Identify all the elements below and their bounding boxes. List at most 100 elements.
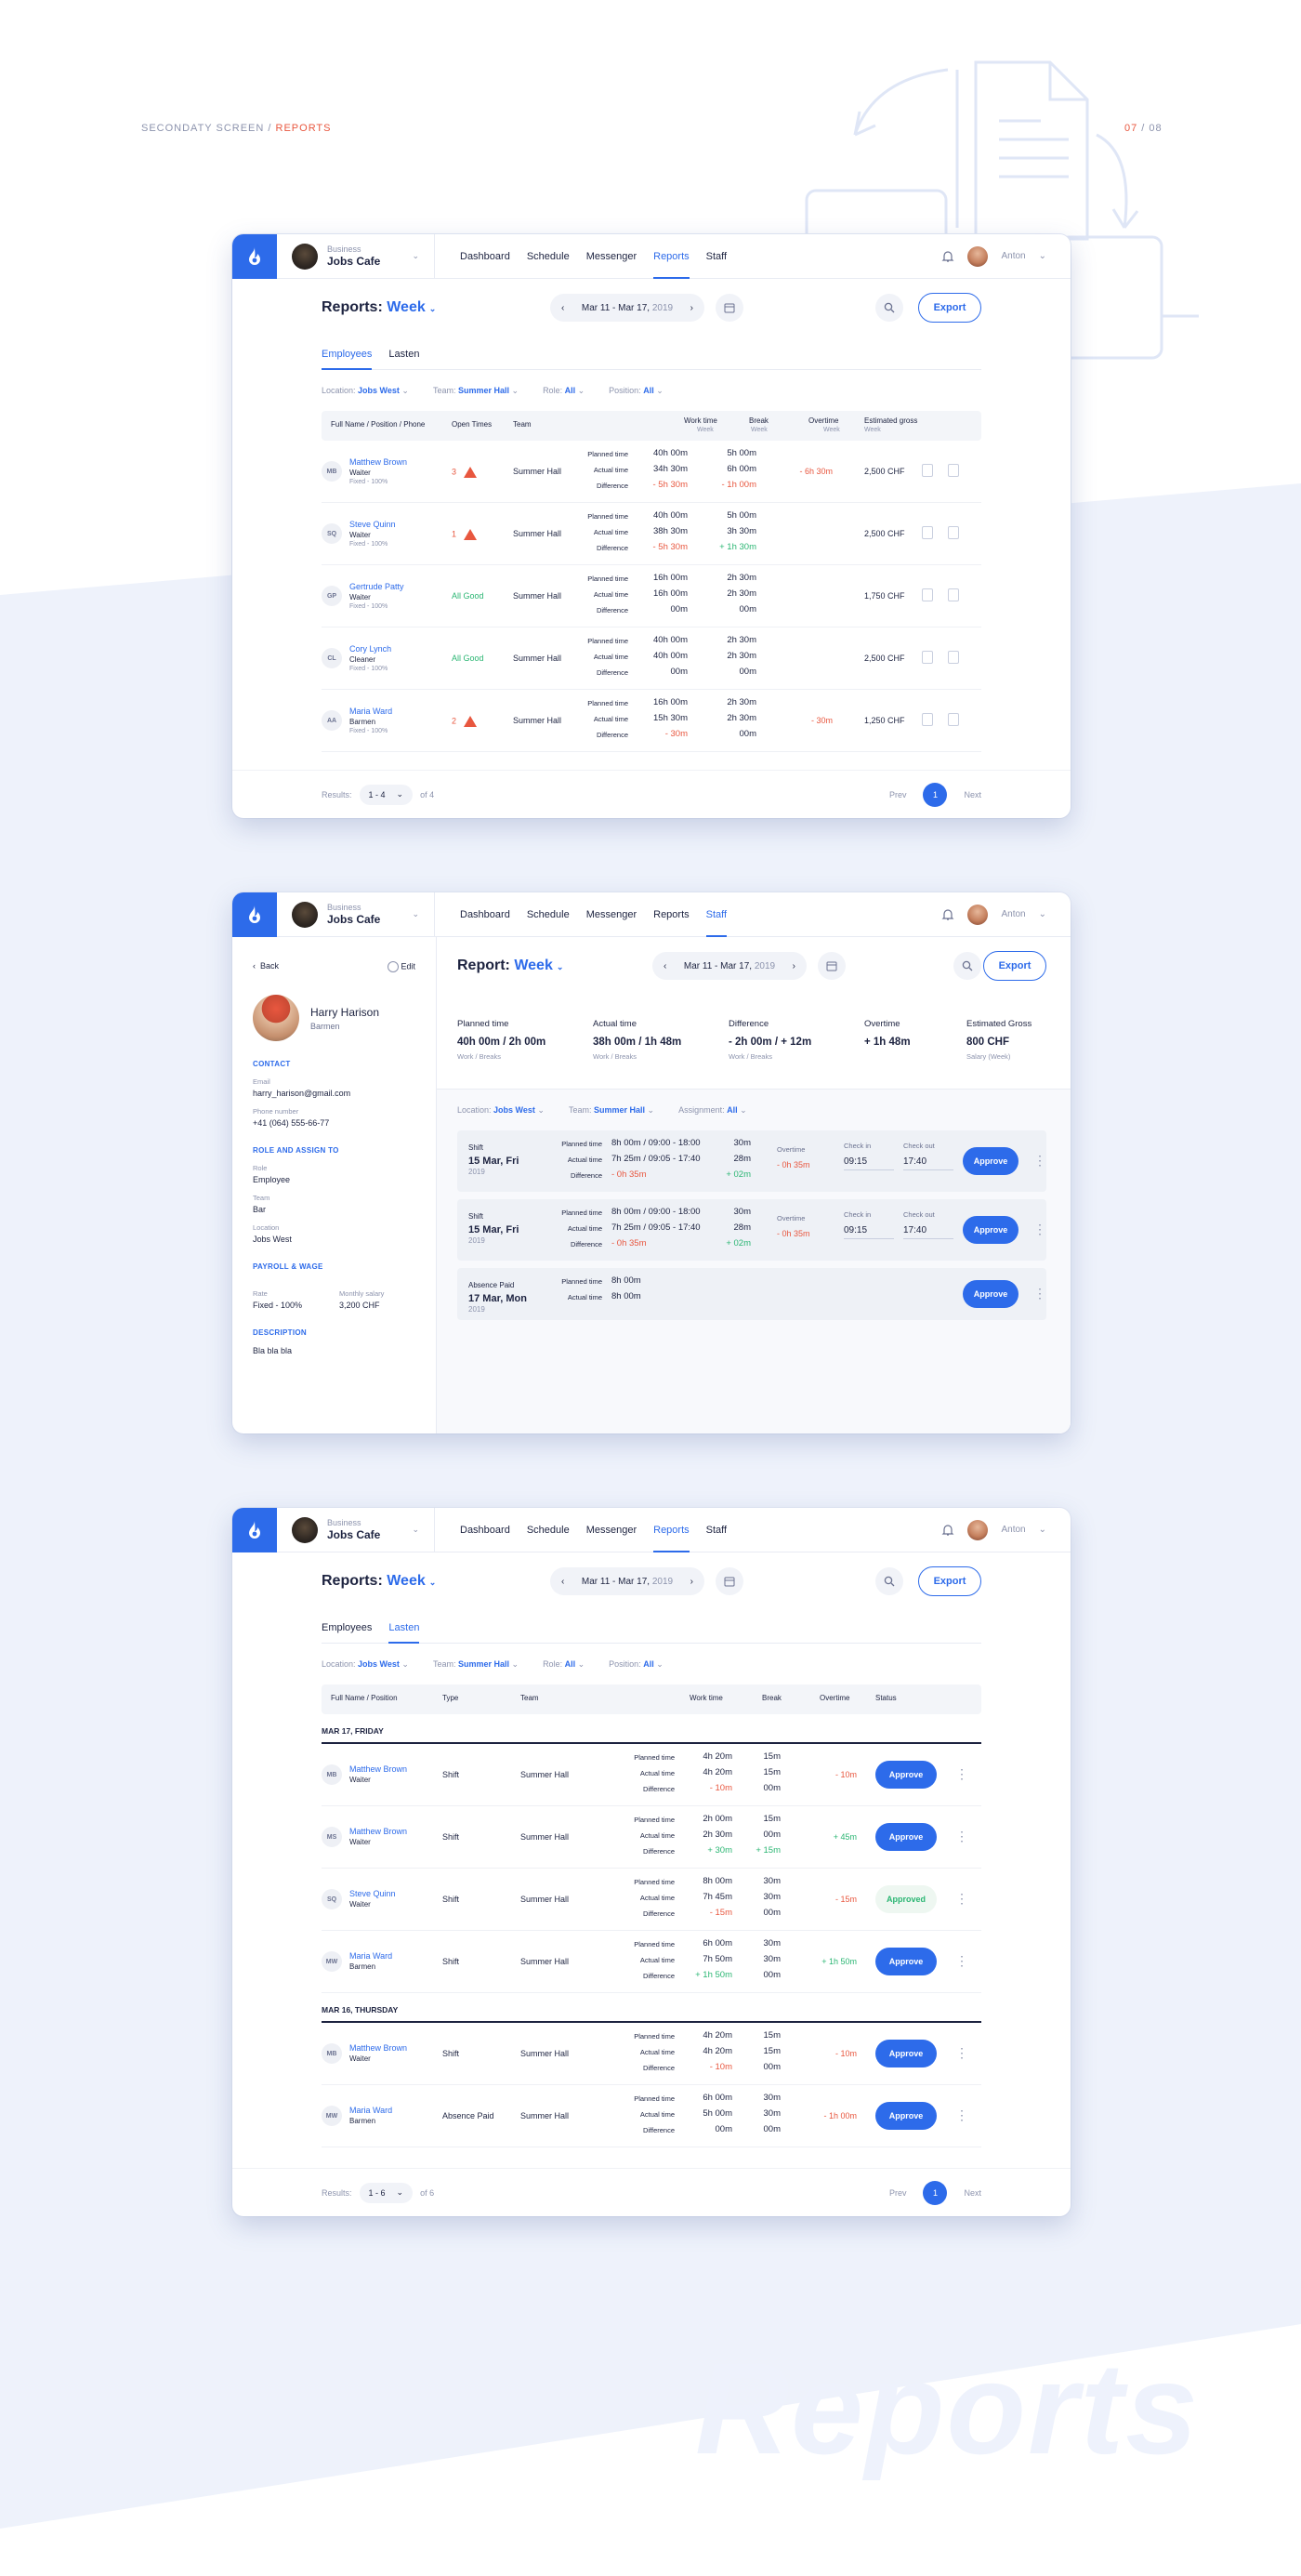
tab-employees[interactable]: Employees bbox=[322, 1622, 372, 1643]
prev-week-icon[interactable]: ‹ bbox=[561, 303, 564, 313]
user-avatar[interactable] bbox=[967, 1519, 989, 1540]
page-1-button[interactable]: 1 bbox=[923, 782, 948, 807]
employee-name-link[interactable]: Gertrude Patty bbox=[349, 582, 404, 591]
prev-week-icon[interactable]: ‹ bbox=[561, 1577, 564, 1587]
filter-role[interactable]: Role: All ⌄ bbox=[543, 386, 585, 396]
table-row[interactable]: SQ Steve Quinn Waiter Shift Summer Hall Plann… bbox=[322, 1869, 981, 1931]
filter-role[interactable]: Role: All ⌄ bbox=[543, 1659, 585, 1670]
business-switcher[interactable]: Business Jobs Cafe ⌄ bbox=[277, 892, 435, 937]
period-select[interactable]: Week bbox=[387, 299, 426, 315]
search-icon[interactable] bbox=[875, 1567, 903, 1595]
nav-staff[interactable]: Staff bbox=[698, 892, 735, 937]
next-week-icon[interactable]: › bbox=[793, 961, 795, 971]
shift-card[interactable]: Shift 15 Mar, Fri 2019 Planned time Actual t… bbox=[457, 1199, 1046, 1261]
more-options-icon[interactable]: ⋮ bbox=[1033, 1153, 1046, 1169]
chevron-down-icon[interactable]: ⌄ bbox=[1039, 1525, 1046, 1535]
table-row[interactable]: MB Matthew Brown Waiter Fixed - 100% 3 Summer… bbox=[322, 441, 981, 503]
table-row[interactable]: MS Matthew Brown Waiter Shift Summer Hall Pla… bbox=[322, 1806, 981, 1869]
results-per-page-select[interactable]: 1 - 4 ⌄ bbox=[359, 784, 414, 805]
date-range-picker[interactable]: ‹ Mar 11 - Mar 17, 2019 › bbox=[652, 952, 807, 980]
chevron-down-icon[interactable]: ⌄ bbox=[1039, 909, 1046, 919]
open-times[interactable]: 2 bbox=[452, 716, 478, 727]
next-page-button[interactable]: Next bbox=[964, 2188, 981, 2198]
more-options-icon[interactable]: ⋮ bbox=[955, 1766, 968, 1782]
check-out-field[interactable]: 17:40 bbox=[903, 1225, 953, 1239]
more-options-icon[interactable]: ⋮ bbox=[955, 1829, 968, 1844]
calendar-icon[interactable] bbox=[818, 952, 846, 980]
period-select[interactable]: Week bbox=[387, 1573, 426, 1589]
employee-name-link[interactable]: Steve Quinn bbox=[349, 1889, 396, 1898]
table-row[interactable]: MB Matthew Brown Waiter Shift Summer Hall Pla… bbox=[322, 2023, 981, 2085]
table-row[interactable]: CL Cory Lynch Cleaner Fixed - 100% All Good S… bbox=[322, 627, 981, 690]
download-icon[interactable] bbox=[948, 464, 959, 477]
calendar-icon[interactable] bbox=[716, 1567, 743, 1595]
email-value[interactable]: harry_harison@gmail.com bbox=[253, 1089, 415, 1098]
export-button[interactable]: Export bbox=[983, 951, 1046, 981]
nav-schedule[interactable]: Schedule bbox=[519, 892, 578, 937]
open-times[interactable]: All Good bbox=[452, 591, 484, 601]
more-options-icon[interactable]: ⋮ bbox=[1033, 1222, 1046, 1237]
table-row[interactable]: MW Maria Ward Barmen Absence Paid Summer Hal… bbox=[322, 2085, 981, 2147]
filter-location[interactable]: Location: Jobs West ⌄ bbox=[457, 1105, 545, 1116]
more-options-icon[interactable]: ⋮ bbox=[955, 1953, 968, 1969]
business-switcher[interactable]: Business Jobs Cafe ⌄ bbox=[277, 234, 435, 279]
open-times[interactable]: All Good bbox=[452, 654, 484, 663]
document-icon[interactable] bbox=[922, 526, 933, 539]
employee-name-link[interactable]: Maria Ward bbox=[349, 1951, 392, 1961]
tab-lasten[interactable]: Lasten bbox=[388, 349, 419, 369]
download-icon[interactable] bbox=[948, 526, 959, 539]
more-options-icon[interactable]: ⋮ bbox=[955, 2107, 968, 2123]
approve-button[interactable]: Approve bbox=[875, 1823, 937, 1851]
table-row[interactable]: MB Matthew Brown Waiter Shift Summer Hall Pla… bbox=[322, 1744, 981, 1806]
results-per-page-select[interactable]: 1 - 6 ⌄ bbox=[359, 2182, 414, 2203]
employee-name-link[interactable]: Matthew Brown bbox=[349, 1827, 407, 1836]
tab-employees[interactable]: Employees bbox=[322, 349, 373, 370]
app-logo-icon[interactable] bbox=[232, 1508, 277, 1552]
approve-button[interactable]: Approve bbox=[875, 1948, 937, 1975]
filter-position[interactable]: Position: All ⌄ bbox=[609, 1659, 664, 1670]
employee-name-link[interactable]: Steve Quinn bbox=[349, 520, 396, 529]
shift-card[interactable]: Absence Paid 17 Mar, Mon 2019 Planned time A… bbox=[457, 1268, 1046, 1320]
user-name[interactable]: Anton bbox=[1001, 1525, 1025, 1535]
filter-team[interactable]: Team: Summer Hall ⌄ bbox=[433, 1659, 519, 1670]
period-select[interactable]: Week bbox=[514, 958, 553, 973]
more-options-icon[interactable]: ⋮ bbox=[955, 1891, 968, 1907]
employee-name-link[interactable]: Maria Ward bbox=[349, 707, 392, 716]
nav-messenger[interactable]: Messenger bbox=[578, 892, 645, 937]
back-button[interactable]: ‹ Back bbox=[253, 961, 279, 972]
nav-dashboard[interactable]: Dashboard bbox=[452, 1508, 519, 1552]
search-icon[interactable] bbox=[875, 294, 903, 322]
user-name[interactable]: Anton bbox=[1001, 251, 1025, 261]
filter-team[interactable]: Team: Summer Hall ⌄ bbox=[569, 1105, 654, 1116]
table-row[interactable]: SQ Steve Quinn Waiter Fixed - 100% 1 Summer H… bbox=[322, 503, 981, 565]
filter-location[interactable]: Location: Jobs West ⌄ bbox=[322, 386, 409, 396]
employee-name-link[interactable]: Maria Ward bbox=[349, 2106, 392, 2115]
bell-icon[interactable] bbox=[941, 908, 954, 921]
approve-button[interactable]: Approve bbox=[963, 1280, 1018, 1308]
employee-name-link[interactable]: Cory Lynch bbox=[349, 644, 391, 654]
document-icon[interactable] bbox=[922, 713, 933, 726]
filter-team[interactable]: Team: Summer Hall ⌄ bbox=[433, 386, 519, 396]
check-in-field[interactable]: 09:15 bbox=[844, 1156, 894, 1170]
date-range-picker[interactable]: ‹ Mar 11 - Mar 17, 2019 › bbox=[550, 294, 704, 322]
nav-reports[interactable]: Reports bbox=[645, 1508, 698, 1552]
table-row[interactable]: GP Gertrude Patty Waiter Fixed - 100% All Go… bbox=[322, 565, 981, 627]
next-page-button[interactable]: Next bbox=[964, 790, 981, 799]
employee-name-link[interactable]: Matthew Brown bbox=[349, 457, 407, 467]
page-1-button[interactable]: 1 bbox=[923, 2180, 948, 2205]
nav-dashboard[interactable]: Dashboard bbox=[452, 234, 519, 279]
document-icon[interactable] bbox=[922, 464, 933, 477]
document-icon[interactable] bbox=[922, 588, 933, 601]
open-times[interactable]: 1 bbox=[452, 529, 478, 540]
table-row[interactable]: MW Maria Ward Barmen Shift Summer Hall Planne… bbox=[322, 1931, 981, 1993]
approve-button[interactable]: Approve bbox=[875, 2040, 937, 2067]
download-icon[interactable] bbox=[948, 651, 959, 664]
table-row[interactable]: AA Maria Ward Barmen Fixed - 100% 2 Summer Ha… bbox=[322, 690, 981, 752]
filter-location[interactable]: Location: Jobs West ⌄ bbox=[322, 1659, 409, 1670]
user-name[interactable]: Anton bbox=[1001, 909, 1025, 919]
download-icon[interactable] bbox=[948, 713, 959, 726]
prev-page-button[interactable]: Prev bbox=[889, 790, 907, 799]
check-out-field[interactable]: 17:40 bbox=[903, 1156, 953, 1170]
employee-name-link[interactable]: Matthew Brown bbox=[349, 2043, 407, 2053]
export-button[interactable]: Export bbox=[918, 1566, 981, 1596]
